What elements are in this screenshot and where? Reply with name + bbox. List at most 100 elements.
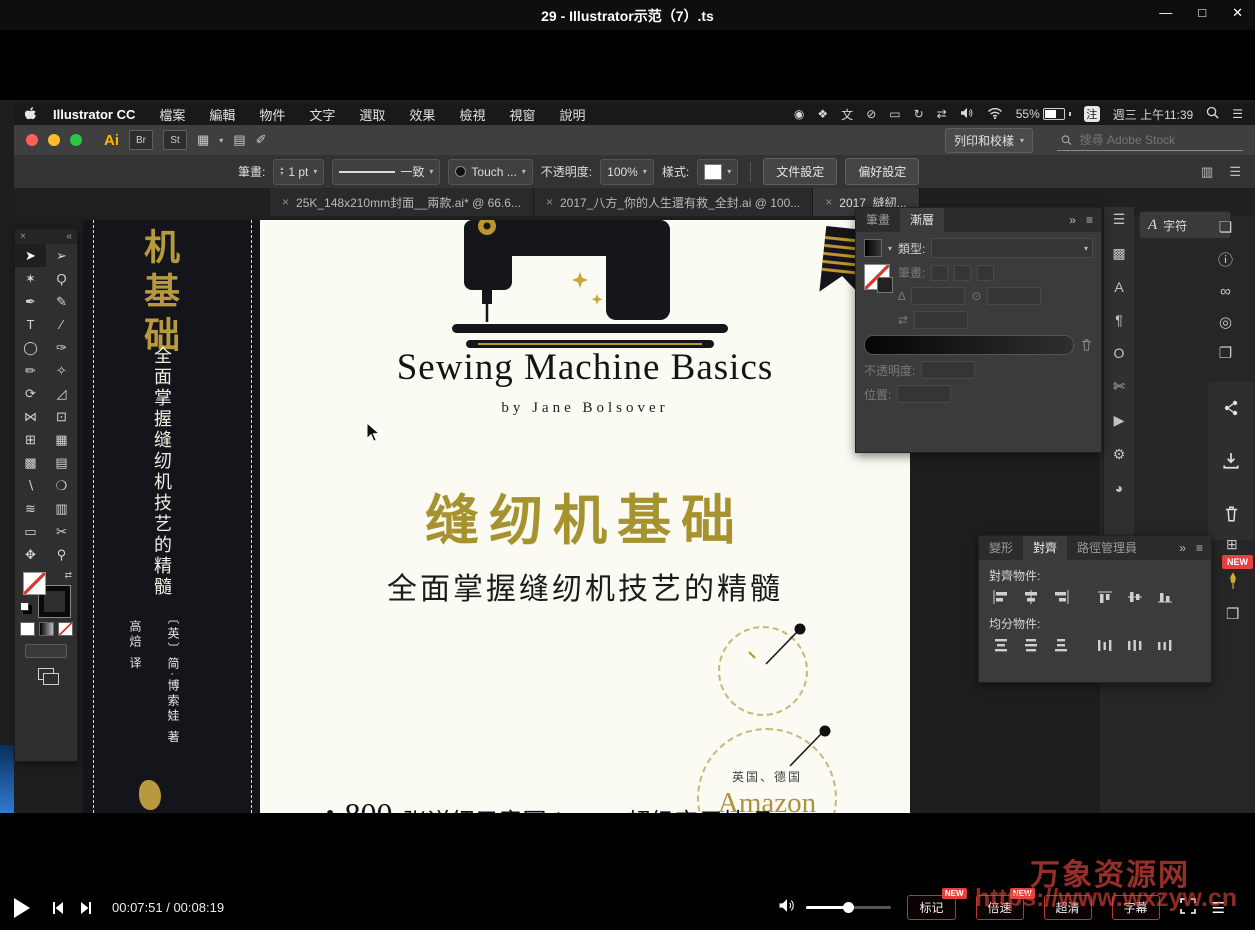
align-bottom-button[interactable] — [1153, 588, 1177, 606]
arrange-documents-icon[interactable]: ▦ — [197, 132, 209, 148]
notification-center-icon[interactable]: ☰ — [1232, 107, 1243, 121]
stock-button[interactable]: St — [163, 130, 187, 150]
opacity-dropdown[interactable]: 100% ▾ — [600, 159, 654, 185]
distribute-top-button[interactable] — [989, 636, 1013, 654]
grid-panel-icon[interactable]: ⊞ — [1226, 536, 1238, 553]
free-transform-tool[interactable]: ⊡ — [46, 405, 77, 428]
distribute-right-button[interactable] — [1153, 636, 1177, 654]
menu-item-edit[interactable]: 編輯 — [209, 105, 235, 124]
align-center-horizontal-button[interactable] — [1019, 588, 1043, 606]
tab-stroke[interactable]: 筆畫 — [856, 208, 900, 232]
slice-tool[interactable]: ✂ — [46, 520, 77, 543]
stroke-gradient-across-icon[interactable] — [977, 265, 994, 281]
dropbox-icon[interactable]: ❖ — [817, 107, 828, 121]
panel-menu-icon[interactable]: ≡ — [1086, 213, 1093, 227]
align-right-button[interactable] — [1049, 588, 1073, 606]
layers-icon[interactable]: ❐ — [1219, 344, 1232, 362]
maximize-button[interactable]: □ — [1198, 5, 1206, 21]
panel-dock-icon[interactable]: ▥ — [1201, 164, 1213, 180]
panel-expand-icon[interactable]: » — [1179, 541, 1186, 555]
gradient-tool[interactable]: ▤ — [46, 451, 77, 474]
tab-align[interactable]: 對齊 — [1023, 536, 1067, 560]
close-icon[interactable]: × — [825, 195, 832, 209]
workspace-switcher-icon[interactable]: ▤ — [233, 132, 245, 148]
display-icon[interactable]: ▭ — [889, 107, 900, 121]
menu-item-type[interactable]: 文字 — [309, 105, 335, 124]
direct-selection-tool[interactable]: ➢ — [46, 244, 77, 267]
curvature-tool[interactable]: ✎ — [46, 290, 77, 313]
mesh-tool[interactable]: ▩ — [15, 451, 46, 474]
distribute-bottom-button[interactable] — [1049, 636, 1073, 654]
angle-field[interactable] — [911, 287, 965, 305]
control-menu-icon[interactable]: ☰ — [1229, 164, 1241, 180]
blend-tool[interactable]: ❍ — [46, 474, 77, 497]
mark-button[interactable]: 标记 NEW — [907, 895, 955, 920]
close-icon[interactable]: × — [546, 195, 553, 209]
share-icon[interactable] — [1222, 399, 1240, 417]
play-button[interactable] — [14, 898, 30, 918]
menu-item-select[interactable]: 選取 — [359, 105, 385, 124]
adobe-stock-search[interactable] — [1057, 130, 1243, 151]
bridge-button[interactable]: Br — [129, 130, 153, 150]
actions-panel-icon[interactable]: ▶ — [1114, 412, 1125, 429]
fill-color-swatch[interactable] — [23, 572, 46, 595]
artboard-cover[interactable]: Sewing Machine Basics by Jane Bolsover 缝… — [260, 220, 910, 813]
lasso-tool[interactable]: Ϙ — [46, 267, 77, 290]
swap-colors-icon[interactable]: ⇄ — [64, 570, 72, 581]
sync-status-icon[interactable]: ∞ — [1220, 283, 1231, 300]
volume-knob[interactable] — [843, 902, 854, 913]
disc-icon[interactable]: ⊘ — [866, 107, 876, 121]
settings-panel-icon[interactable]: ⚙ — [1113, 446, 1126, 463]
gradient-swatch[interactable] — [864, 239, 882, 257]
menu-item-effect[interactable]: 效果 — [409, 105, 435, 124]
volume-slider[interactable] — [806, 906, 891, 909]
stroke-gradient-within-icon[interactable] — [931, 265, 948, 281]
dictionary-icon[interactable]: 文 — [841, 106, 853, 123]
menu-item-help[interactable]: 說明 — [559, 105, 585, 124]
search-input[interactable] — [1078, 132, 1239, 148]
line-tool[interactable]: ∕ — [46, 313, 77, 336]
gradient-opacity-field[interactable] — [921, 361, 975, 379]
scissors-panel-icon[interactable]: ✄ — [1113, 378, 1125, 395]
arrange-documents-caret[interactable]: ▾ — [219, 136, 223, 145]
distribute-left-button[interactable] — [1093, 636, 1117, 654]
ellipse-tool[interactable]: ◯ — [15, 336, 46, 359]
menu-item-view[interactable]: 檢視 — [459, 105, 485, 124]
rotate-tool[interactable]: ⟳ — [15, 382, 46, 405]
document-tab-2[interactable]: × 2017_八方_你的人生還有救_全封.ai @ 100... — [534, 188, 813, 216]
opentype-panel-icon[interactable]: O — [1114, 345, 1125, 361]
screen-record-icon[interactable]: ◉ — [794, 107, 804, 121]
pencil-tool[interactable]: ✏ — [15, 359, 46, 382]
pushpin-icon[interactable] — [1226, 572, 1240, 595]
align-center-vertical-button[interactable] — [1123, 588, 1147, 606]
zoom-tool[interactable]: ⚲ — [46, 543, 77, 566]
brush-definition-dropdown[interactable]: Touch ... ▾ — [448, 159, 532, 185]
info-icon[interactable]: ⓘ — [1218, 249, 1233, 270]
stroke-gradient-along-icon[interactable] — [954, 265, 971, 281]
previous-button[interactable] — [50, 900, 66, 916]
symbol-sprayer-tool[interactable]: ≋ — [15, 497, 46, 520]
paragraph-panel-icon[interactable]: ¶ — [1115, 312, 1123, 328]
tab-gradient[interactable]: 漸層 — [900, 208, 944, 232]
spotlight-icon[interactable] — [1206, 106, 1219, 122]
style-dropdown[interactable]: ▾ — [697, 159, 738, 185]
gradient-panel-icon[interactable]: ▩ — [1112, 245, 1125, 262]
mac-zoom-button[interactable] — [70, 134, 82, 146]
document-tab-1[interactable]: × 25K_148x210mm封面__兩款.ai* @ 66.6... — [270, 188, 534, 216]
column-graph-tool[interactable]: ▥ — [46, 497, 77, 520]
close-icon[interactable]: × — [282, 195, 289, 209]
tab-pathfinder[interactable]: 路徑管理員 — [1067, 536, 1147, 560]
menu-app-name[interactable]: Illustrator CC — [53, 107, 135, 122]
aspect-ratio-field[interactable] — [987, 287, 1041, 305]
trash-icon[interactable] — [1223, 505, 1240, 523]
menu-item-file[interactable]: 檔案 — [159, 105, 185, 124]
close-button[interactable]: ✕ — [1232, 5, 1243, 21]
paintbrush-tool[interactable]: ✑ — [46, 336, 77, 359]
perspective-grid-tool[interactable]: ▦ — [46, 428, 77, 451]
width-profile-dropdown[interactable]: 一致 ▾ — [332, 159, 440, 185]
volume-icon[interactable] — [778, 898, 796, 918]
apple-icon[interactable] — [24, 107, 37, 122]
battery-indicator[interactable]: 55% — [1016, 107, 1071, 121]
panel-menu-icon[interactable]: ≡ — [1196, 541, 1203, 555]
gradient-mode-button[interactable] — [39, 622, 54, 636]
